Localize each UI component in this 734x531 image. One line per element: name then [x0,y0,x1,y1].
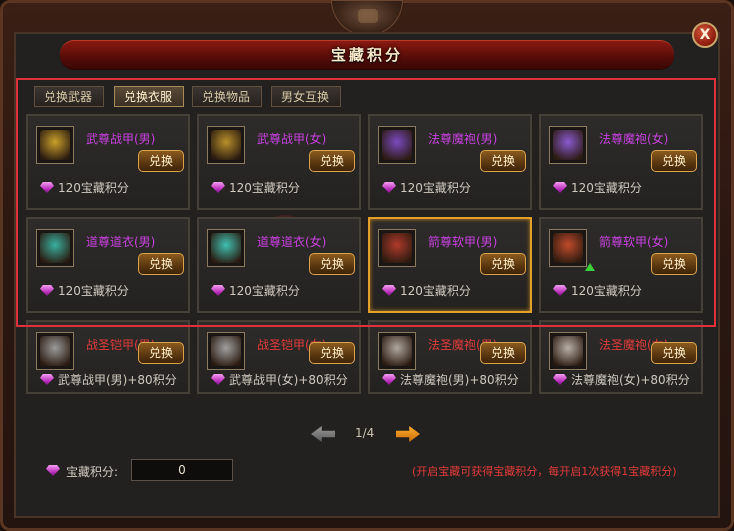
warrior-helmet-icon [211,336,241,366]
gold-armor-icon [40,130,70,160]
gem-icon [382,374,396,385]
item-card[interactable]: 箭尊软甲(女) 兑换 120宝藏积分 [539,217,703,313]
item-icon-frame [207,332,245,370]
item-card[interactable]: 武尊战甲(男) 兑换 120宝藏积分 [26,114,190,210]
title-bar: 宝藏积分 [60,40,674,70]
item-cost: 120宝藏积分 [571,284,642,298]
mage-robe-icon [553,130,583,160]
item-name: 法尊魔袍(女) [599,132,669,146]
window-title: 宝藏积分 [330,46,403,64]
item-icon-frame [549,229,587,267]
item-cost: 武尊战甲(女)+80积分 [229,373,348,387]
tab-gender-swap[interactable]: 男女互换 [271,86,341,107]
item-cost: 120宝藏积分 [58,181,129,195]
tab-clothes[interactable]: 兑换衣服 [114,86,184,107]
exchange-button[interactable]: 兑换 [138,150,184,172]
gem-icon [382,182,396,193]
item-cost: 120宝藏积分 [229,181,300,195]
page-indicator: 1/4 [355,426,375,440]
gem-icon [211,182,225,193]
item-cost: 120宝藏积分 [400,284,471,298]
item-icon-frame [378,126,416,164]
hint-text: (开启宝藏可获得宝藏积分，每开启1次获得1宝藏积分) [412,465,677,478]
mage-robe-icon [382,130,412,160]
archer-armor-icon [553,233,583,263]
gem-icon [553,182,567,193]
score-field: 0 [131,459,233,481]
gem-icon [40,285,54,296]
item-card[interactable]: 法尊魔袍(男) 兑换 120宝藏积分 [368,114,532,210]
gem-icon [40,374,54,385]
tab-items[interactable]: 兑换物品 [192,86,262,107]
item-cost: 120宝藏积分 [400,181,471,195]
item-cost: 120宝藏积分 [229,284,300,298]
item-card[interactable]: 箭尊软甲(男) 兑换 120宝藏积分 [368,217,532,313]
item-card[interactable]: 法圣魔袍(男) 兑换 法尊魔袍(男)+80积分 [368,320,532,394]
gem-icon [553,285,567,296]
taoist-robe-icon [211,233,241,263]
gem-icon [553,374,567,385]
item-name: 法尊魔袍(男) [428,132,498,146]
gem-icon [40,182,54,193]
item-icon-frame [36,229,74,267]
item-icon-frame [207,229,245,267]
gem-icon [382,285,396,296]
exchange-button[interactable]: 兑换 [309,253,355,275]
close-button[interactable]: X [692,22,718,48]
exchange-button[interactable]: 兑换 [480,253,526,275]
item-name: 道尊道衣(女) [257,235,327,249]
item-cost: 法尊魔袍(女)+80积分 [571,373,690,387]
item-cost: 武尊战甲(男)+80积分 [58,373,177,387]
item-icon-frame [378,229,416,267]
gold-armor-icon [211,130,241,160]
exchange-button[interactable]: 兑换 [651,342,697,364]
item-icon-frame [36,332,74,370]
item-cost: 120宝藏积分 [58,284,129,298]
mage-helmet-icon [382,336,412,366]
archer-armor-icon [382,233,412,263]
upgrade-arrow-icon [585,263,595,271]
item-icon-frame [549,126,587,164]
gem-icon [211,374,225,385]
exchange-button[interactable]: 兑换 [480,342,526,364]
exchange-button[interactable]: 兑换 [651,150,697,172]
item-card[interactable]: 法圣魔袍(女) 兑换 法尊魔袍(女)+80积分 [539,320,703,394]
exchange-button[interactable]: 兑换 [309,342,355,364]
item-cost: 120宝藏积分 [571,181,642,195]
item-icon-frame [36,126,74,164]
item-card[interactable]: 法尊魔袍(女) 兑换 120宝藏积分 [539,114,703,210]
item-card[interactable]: 战圣铠甲(女) 兑换 武尊战甲(女)+80积分 [197,320,361,394]
exchange-button[interactable]: 兑换 [309,150,355,172]
taoist-robe-icon [40,233,70,263]
item-icon-frame [207,126,245,164]
item-name: 箭尊软甲(男) [428,235,498,249]
exchange-button[interactable]: 兑换 [138,342,184,364]
warrior-helmet-icon [40,336,70,366]
item-card[interactable]: 道尊道衣(男) 兑换 120宝藏积分 [26,217,190,313]
exchange-button[interactable]: 兑换 [138,253,184,275]
exchange-button[interactable]: 兑换 [651,253,697,275]
exchange-button[interactable]: 兑换 [480,150,526,172]
gem-icon [211,285,225,296]
mage-helmet-icon [553,336,583,366]
item-card[interactable]: 道尊道衣(女) 兑换 120宝藏积分 [197,217,361,313]
item-name: 武尊战甲(女) [257,132,327,146]
item-card[interactable]: 战圣铠甲(男) 兑换 武尊战甲(男)+80积分 [26,320,190,394]
item-icon-frame [378,332,416,370]
item-name: 武尊战甲(男) [86,132,156,146]
item-card[interactable]: 武尊战甲(女) 兑换 120宝藏积分 [197,114,361,210]
item-name: 道尊道衣(男) [86,235,156,249]
item-icon-frame [549,332,587,370]
item-name: 箭尊软甲(女) [599,235,669,249]
item-cost: 法尊魔袍(男)+80积分 [400,373,519,387]
score-label: 宝藏积分: [66,465,119,479]
tab-weapons[interactable]: 兑换武器 [34,86,104,107]
